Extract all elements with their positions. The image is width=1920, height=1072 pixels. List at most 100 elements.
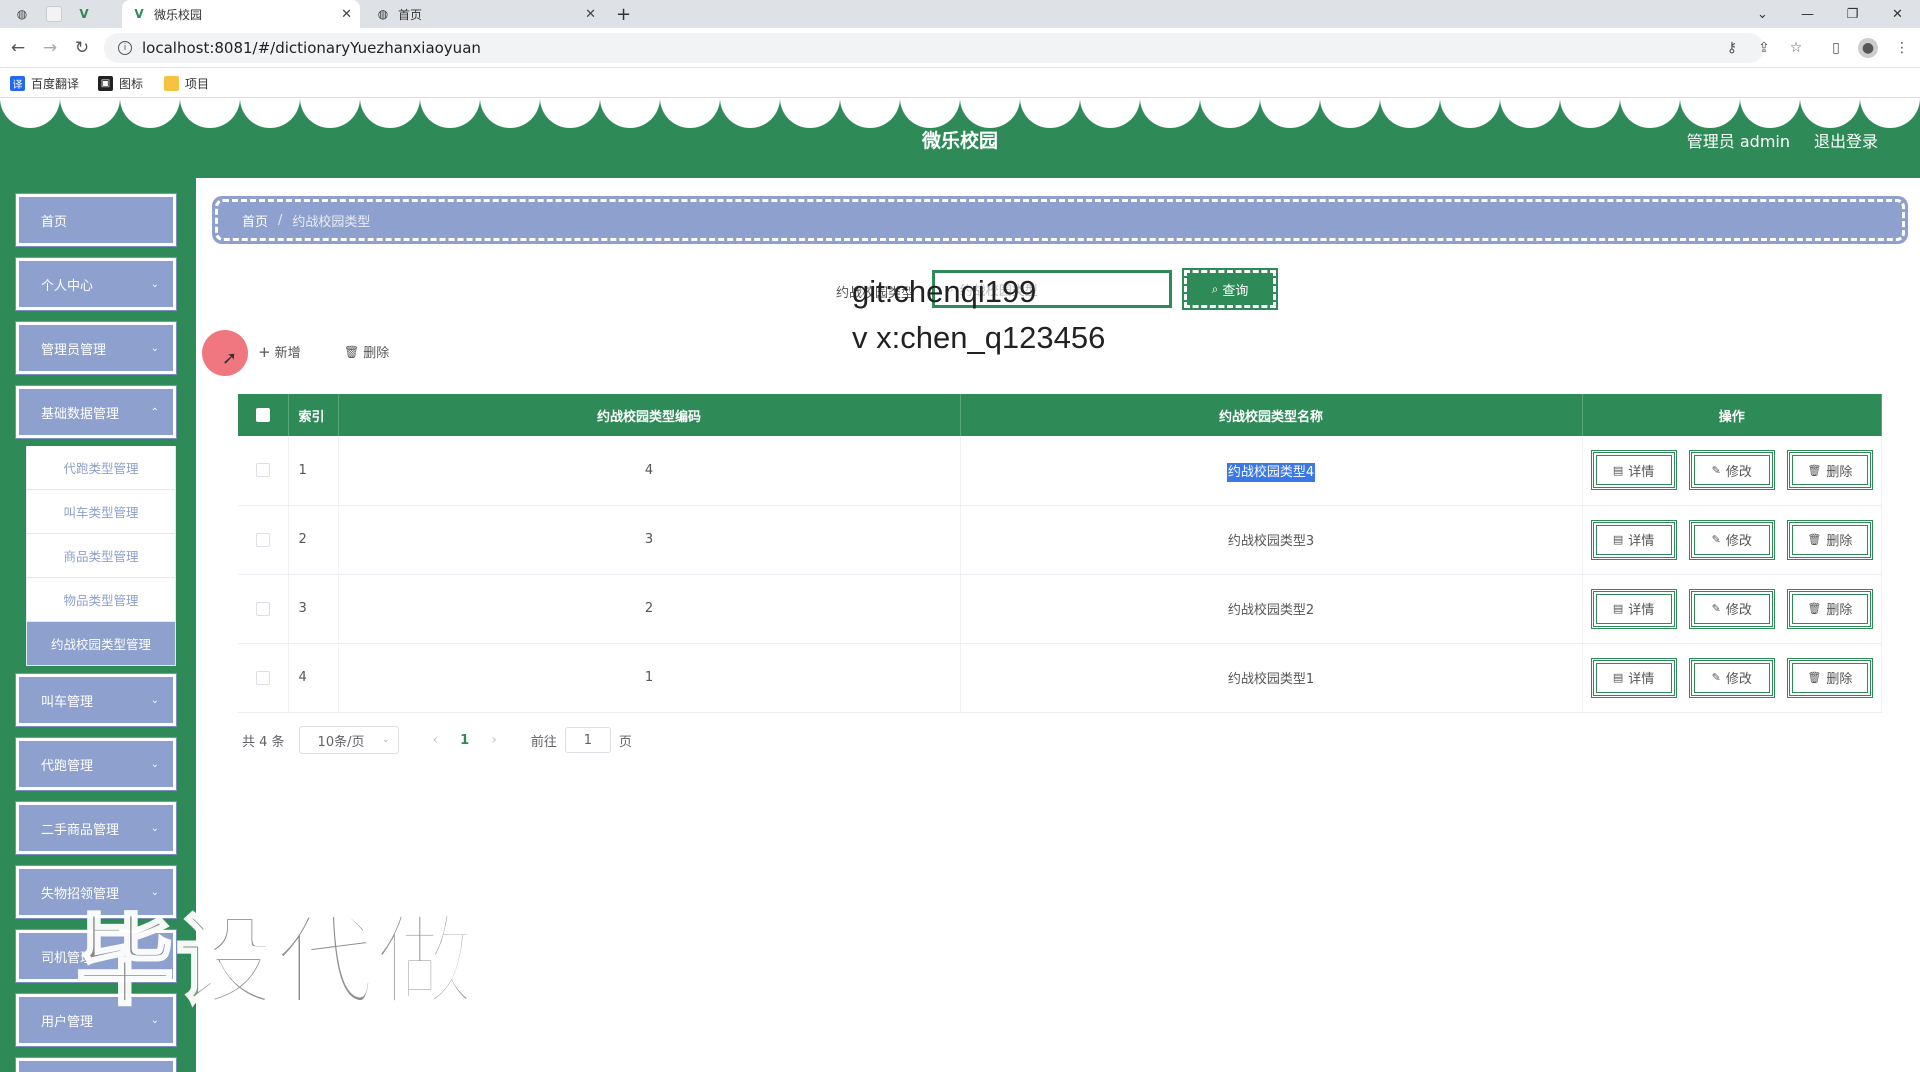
scallop [600,98,660,128]
submenu-item-item-type[interactable]: 物品类型管理 [26,578,176,622]
sidebar-item-label: 叫车管理 [41,694,94,710]
edit-button[interactable]: ✎ 修改 [1688,588,1775,629]
delete-button[interactable]: 🗑 删除 [1786,588,1873,629]
vue-icon[interactable]: V [76,6,92,22]
side-panel-icon[interactable]: ▯ [1826,38,1846,58]
menu-dots-icon[interactable]: ⋮ [1892,38,1912,58]
delete-button[interactable]: 🗑 删除 [1786,450,1873,491]
minimize-icon[interactable]: — [1785,0,1830,28]
goto-input[interactable]: 1 [564,727,611,753]
tab-home[interactable]: ◍ 首页 ✕ [366,0,604,28]
star-icon[interactable]: ☆ [1786,38,1806,58]
edit-icon: ✎ [1711,671,1721,684]
overlay-watermark: 毕设代做 [74,904,477,1021]
batch-delete-button[interactable]: 🗑 删除 [344,342,389,362]
breadcrumb-home[interactable]: 首页 [242,211,268,230]
share-icon[interactable]: ⇪ [1754,38,1774,58]
folder-icon [164,76,179,91]
close-icon[interactable]: ✕ [585,7,596,22]
bookmark-icons[interactable]: ▣ 图标 [98,75,143,92]
select-all-checkbox[interactable] [255,408,270,422]
tab-active[interactable]: V 微乐校园 ✕ [122,0,360,28]
row-checkbox[interactable] [255,532,270,547]
chevron-down-icon: ⌄ [150,694,159,706]
scallop [480,98,540,128]
row-name: 约战校园类型4 [1226,462,1316,482]
chevron-down-icon: ⌄ [150,758,159,770]
submenu-item-yuezhan-type[interactable]: 约战校园类型管理 [26,622,176,666]
table-row: 1 4 约战校园类型4 ▤ 详情 ✎ 修改 🗑 删除 [238,436,1882,506]
row-actions: ▤ 详情 ✎ 修改 🗑 删除 [1582,505,1882,575]
globe-icon: ◍ [377,7,389,21]
detail-button[interactable]: ▤ 详情 [1590,450,1677,491]
row-name: 约战校园类型3 [960,505,1583,575]
profile-icon[interactable]: ● [1858,38,1878,58]
sidebar-item-profile[interactable]: 个人中心 ⌄ [15,257,177,311]
info-icon[interactable]: i [118,41,132,55]
pagination-total: 共 4 条 [242,734,285,750]
prev-page-icon[interactable]: ‹ [433,732,439,748]
row-checkbox[interactable] [255,601,270,616]
bookmark-project[interactable]: 项目 [164,75,209,92]
chevron-up-icon: ⌃ [150,406,159,418]
add-button[interactable]: + 新增 [258,342,301,362]
next-page-icon[interactable]: › [491,732,497,748]
back-icon[interactable]: ← [6,36,30,60]
submenu-item-run-type[interactable]: 代跑类型管理 [26,446,176,490]
tab-search-icon[interactable]: ⌄ [1740,0,1785,28]
edit-label: 修改 [1725,603,1752,618]
submenu-item-car-type[interactable]: 叫车类型管理 [26,490,176,534]
restore-icon[interactable]: ❐ [1830,0,1875,28]
scallop [840,98,900,128]
table-row: 3 2 约战校园类型2 ▤ 详情 ✎ 修改 🗑 删除 [238,574,1882,644]
row-checkbox[interactable] [255,670,270,685]
row-checkbox[interactable] [255,463,270,478]
sidebar-item-home[interactable]: 首页 [15,193,177,247]
window-close-icon[interactable]: ✕ [1875,0,1920,28]
detail-button[interactable]: ▤ 详情 [1590,519,1677,560]
sidebar-item-admins[interactable]: 管理员管理 ⌄ [15,321,177,375]
scallop [1440,98,1500,128]
scallop [1140,98,1200,128]
edit-button[interactable]: ✎ 修改 [1688,519,1775,560]
globe-icon[interactable]: ◍ [14,6,30,22]
scallop [1260,98,1320,128]
reload-icon[interactable]: ↻ [70,36,94,60]
submenu-item-goods-type[interactable]: 商品类型管理 [26,534,176,578]
bookmarks-bar: 译 百度翻译 ▣ 图标 项目 [0,68,1920,98]
forward-icon[interactable]: → [38,36,62,60]
row-code: 2 [338,574,961,644]
search-icon: ⌕ [1211,281,1219,296]
blank-tab-icon[interactable] [46,6,62,22]
bookmark-baidu-translate[interactable]: 译 百度翻译 [10,75,79,92]
watermark-git: git:chenqi199 [852,274,1037,309]
sidebar-item-secondhand[interactable]: 二手商品管理 ⌄ [15,801,177,855]
table-header-row: 索引 约战校园类型编码 约战校园类型名称 操作 [238,394,1882,436]
url-input[interactable]: i localhost:8081/#/dictionaryYuezhanxiao… [104,33,1764,63]
edit-button[interactable]: ✎ 修改 [1688,657,1775,698]
delete-button[interactable]: 🗑 删除 [1786,657,1873,698]
detail-button[interactable]: ▤ 详情 [1590,657,1677,698]
sidebar-item-more[interactable] [15,1057,177,1072]
logout-button[interactable]: 退出登录 [1814,128,1878,152]
sidebar-item-label: 个人中心 [41,278,94,294]
select-all-cell [238,394,289,436]
close-icon[interactable]: ✕ [341,7,352,22]
edit-button[interactable]: ✎ 修改 [1688,450,1775,491]
query-button[interactable]: ⌕ 查询 [1182,268,1278,310]
sidebar-item-car[interactable]: 叫车管理 ⌄ [15,673,177,727]
page-number[interactable]: 1 [460,733,469,748]
sidebar-item-basic-data[interactable]: 基础数据管理 ⌃ [15,385,177,439]
scallop [1620,98,1680,128]
page-size-select[interactable]: 10条/页 ⌄ [298,726,399,754]
key-icon[interactable]: ⚷ [1722,38,1742,58]
document-icon: ▤ [1612,463,1624,477]
delete-button[interactable]: 🗑 删除 [1786,519,1873,560]
new-tab-button[interactable]: + [616,0,631,28]
detail-button[interactable]: ▤ 详情 [1590,588,1677,629]
scallop [1500,98,1560,128]
tab-title: 首页 [398,7,423,22]
sidebar-item-run[interactable]: 代跑管理 ⌄ [15,737,177,791]
delete-label: 删除 [1826,603,1853,618]
edit-label: 修改 [1725,464,1752,480]
